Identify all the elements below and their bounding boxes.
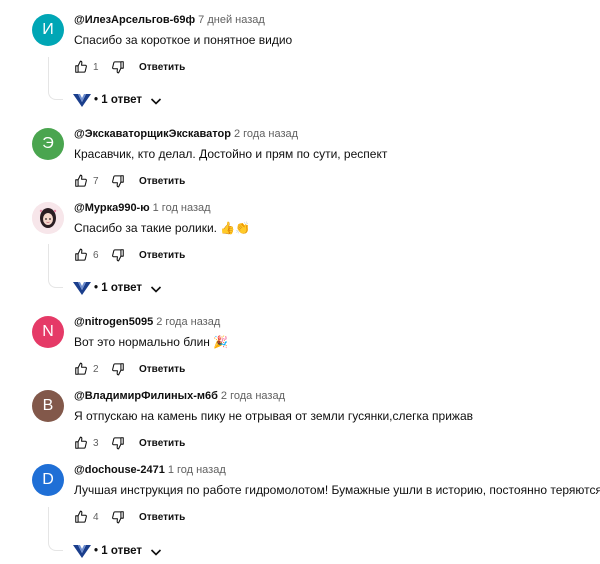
comment-author[interactable]: @ИлезАрсельгов-69ф xyxy=(74,14,195,26)
comment-time[interactable]: 2 года назад xyxy=(221,390,285,402)
comment-text: Спасибо за такие ролики. 👍👏 xyxy=(74,221,251,235)
comment-header: @ИлезАрсельгов-69ф 7 дней назад xyxy=(74,14,265,27)
comment-actions: 3 Ответить xyxy=(74,435,185,451)
replies-toggle[interactable]: • 1 ответ xyxy=(73,280,162,296)
chevron-down-icon xyxy=(150,94,162,106)
thumb-down-icon[interactable] xyxy=(111,362,125,376)
comment-author[interactable]: @nitrogen5095 xyxy=(74,316,153,328)
avatar[interactable]: В xyxy=(32,390,64,422)
avatar[interactable]: N xyxy=(32,316,64,348)
comment-author[interactable]: @Мурка990-ю xyxy=(74,202,150,214)
like-count: 7 xyxy=(93,175,99,187)
reply-button[interactable]: Ответить xyxy=(139,364,185,375)
comment-time[interactable]: 2 года назад xyxy=(234,128,298,140)
thumb-up-icon[interactable] xyxy=(74,248,88,262)
avatar[interactable]: D xyxy=(32,464,64,496)
chevron-down-icon xyxy=(150,545,162,557)
replies-count: • 1 ответ xyxy=(94,282,142,294)
thumb-up-icon[interactable] xyxy=(74,436,88,450)
thumb-up-icon[interactable] xyxy=(74,362,88,376)
comment-header: @nitrogen5095 2 года назад xyxy=(74,316,220,329)
thumb-up-icon[interactable] xyxy=(74,60,88,74)
comment-actions: 2 Ответить xyxy=(74,361,185,377)
comment-author[interactable]: @dochouse-2471 xyxy=(74,464,165,476)
comment-header: @ВладимирФилиных-м6б 2 года назад xyxy=(74,390,285,403)
thumb-up-icon[interactable] xyxy=(74,510,88,524)
reply-button[interactable]: Ответить xyxy=(139,62,185,73)
thumb-down-icon[interactable] xyxy=(111,510,125,524)
comment-actions: 7 Ответить xyxy=(74,173,185,189)
channel-logo-icon xyxy=(73,92,91,108)
comment-time[interactable]: 1 год назад xyxy=(168,464,226,476)
thumb-up-icon[interactable] xyxy=(74,174,88,188)
thumb-down-icon[interactable] xyxy=(111,248,125,262)
comment-time[interactable]: 7 дней назад xyxy=(198,14,265,26)
like-count: 3 xyxy=(93,437,99,449)
comment-header: @ЭкскаваторщикЭкскаватор 2 года назад xyxy=(74,128,298,141)
like-count: 1 xyxy=(93,61,99,73)
thumb-down-icon[interactable] xyxy=(111,436,125,450)
avatar[interactable] xyxy=(32,202,64,234)
replies-count: • 1 ответ xyxy=(94,94,142,106)
reply-button[interactable]: Ответить xyxy=(139,438,185,449)
like-count: 2 xyxy=(93,363,99,375)
thread-connector xyxy=(48,244,63,288)
comment-author[interactable]: @ВладимирФилиных-м6б xyxy=(74,390,218,402)
comment-actions: 1 Ответить xyxy=(74,59,185,75)
reply-button[interactable]: Ответить xyxy=(139,176,185,187)
channel-logo-icon xyxy=(73,280,91,296)
replies-toggle[interactable]: • 1 ответ xyxy=(73,92,162,108)
comment-actions: 4 Ответить xyxy=(74,509,185,525)
comment-time[interactable]: 2 года назад xyxy=(156,316,220,328)
avatar-image-icon xyxy=(32,202,64,234)
thumb-down-icon[interactable] xyxy=(111,174,125,188)
reply-button[interactable]: Ответить xyxy=(139,512,185,523)
replies-count: • 1 ответ xyxy=(94,545,142,557)
comment-text: Лучшая инструкция по работе гидромолотом… xyxy=(74,483,600,497)
comment-author[interactable]: @ЭкскаваторщикЭкскаватор xyxy=(74,128,231,140)
comment-text: Вот это нормально блин 🎉 xyxy=(74,335,229,349)
comment-time[interactable]: 1 год назад xyxy=(153,202,211,214)
channel-logo-icon xyxy=(73,543,91,559)
comment-text: Спасибо за короткое и понятное видио xyxy=(74,33,293,47)
thumb-down-icon[interactable] xyxy=(111,60,125,74)
thread-connector xyxy=(48,507,63,551)
like-count: 6 xyxy=(93,249,99,261)
comment-header: @dochouse-2471 1 год назад xyxy=(74,464,226,477)
like-count: 4 xyxy=(93,511,99,523)
comment-header: @Мурка990-ю 1 год назад xyxy=(74,202,211,215)
avatar[interactable]: Э xyxy=(32,128,64,160)
comment-actions: 6 Ответить xyxy=(74,247,185,263)
comment-text: Красавчик, кто делал. Достойно и прям по… xyxy=(74,147,388,161)
replies-toggle[interactable]: • 1 ответ xyxy=(73,543,162,559)
chevron-down-icon xyxy=(150,282,162,294)
comment-text: Я отпускаю на камень пику не отрывая от … xyxy=(74,409,474,423)
avatar[interactable]: И xyxy=(32,14,64,46)
reply-button[interactable]: Ответить xyxy=(139,250,185,261)
thread-connector xyxy=(48,57,63,100)
